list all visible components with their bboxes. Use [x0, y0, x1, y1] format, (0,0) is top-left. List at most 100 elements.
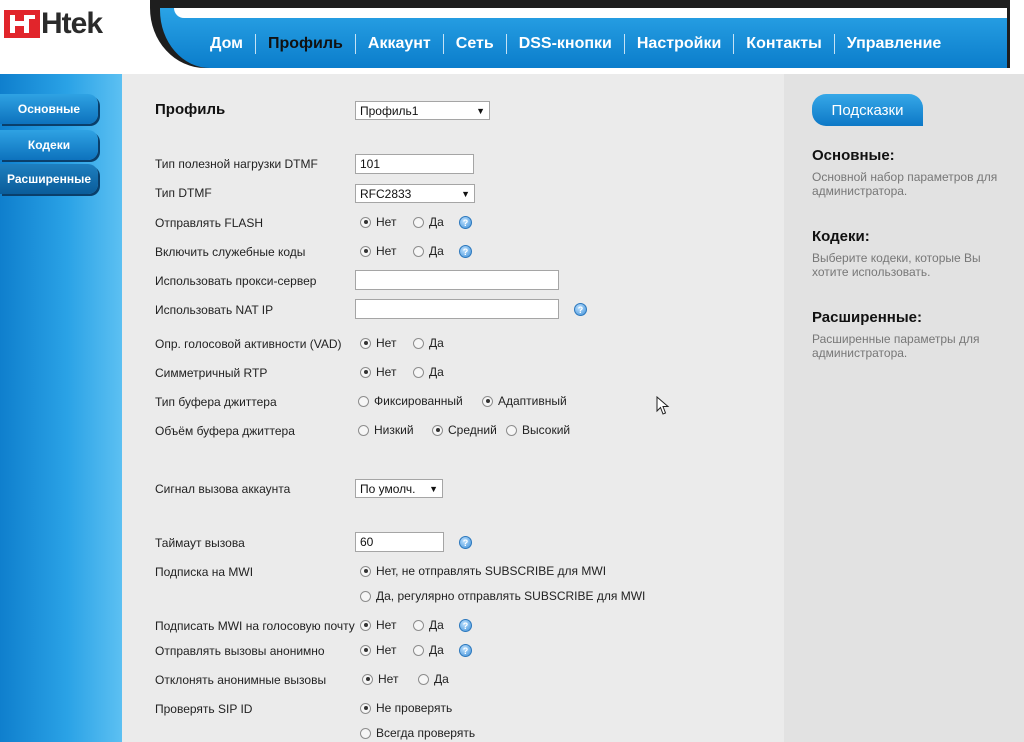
radio-selected[interactable]: [360, 366, 371, 378]
radio-label: Да, регулярно отправлять SUBSCRIBE для M…: [376, 589, 646, 603]
question-help-icon[interactable]: ?: [459, 619, 472, 632]
radio-selected[interactable]: [362, 673, 373, 685]
radio-label: Нет: [376, 618, 397, 632]
radio-selected[interactable]: [432, 424, 443, 436]
chevron-down-icon: ▼: [461, 188, 470, 199]
radio-unselected[interactable]: [413, 245, 424, 257]
question-help-icon[interactable]: ?: [459, 536, 472, 549]
nav-item-settings[interactable]: Настройки: [625, 34, 735, 54]
radio-label: Низкий: [374, 423, 414, 437]
nav-item-dss-keys[interactable]: DSS-кнопки: [507, 34, 625, 54]
nav-item-management[interactable]: Управление: [835, 34, 954, 54]
hints-tab: Подсказки: [812, 94, 923, 126]
sym-rtp-yes[interactable]: Да: [413, 365, 444, 379]
radio-unselected[interactable]: [358, 424, 369, 436]
htek-logo: Htek: [4, 9, 103, 39]
send-flash-label: Отправлять FLASH: [155, 216, 264, 230]
vad-yes[interactable]: Да: [413, 336, 444, 350]
reject-anon-yes[interactable]: Да: [418, 672, 449, 686]
radio-label: Не проверять: [376, 701, 453, 715]
nav-item-account[interactable]: Аккаунт: [356, 34, 444, 54]
radio-unselected[interactable]: [413, 644, 424, 656]
radio-unselected[interactable]: [506, 424, 517, 436]
radio-selected[interactable]: [360, 565, 371, 577]
ring-signal-select[interactable]: По умолч. ▼: [355, 479, 443, 498]
question-help-icon[interactable]: ?: [459, 216, 472, 229]
jitter-size-high[interactable]: Высокий: [506, 423, 570, 437]
nat-ip-input[interactable]: [355, 299, 559, 319]
jitter-size-low[interactable]: Низкий: [358, 423, 414, 437]
proxy-label: Использовать прокси-сервер: [155, 274, 317, 288]
send-flash-yes[interactable]: Да: [413, 215, 444, 229]
sym-rtp-no[interactable]: Нет: [360, 365, 396, 379]
anon-calls-yes[interactable]: Да: [413, 643, 444, 657]
radio-selected[interactable]: [360, 619, 371, 631]
jitter-size-label: Объём буфера джиттера: [155, 424, 295, 438]
hint-text-advanced: Расширенные параметры для администратора…: [812, 332, 980, 360]
service-codes-label: Включить служебные коды: [155, 245, 306, 259]
dtmf-payload-input[interactable]: [355, 154, 474, 174]
radio-selected[interactable]: [360, 702, 371, 714]
radio-unselected[interactable]: [360, 590, 371, 602]
hint-text-codecs: Выберите кодеки, которые Вы хотите испол…: [812, 251, 981, 279]
radio-unselected[interactable]: [413, 216, 424, 228]
proxy-input[interactable]: [355, 270, 559, 290]
dtmf-type-select[interactable]: RFC2833 ▼: [355, 184, 475, 203]
radio-label: Средний: [448, 423, 497, 437]
send-flash-no[interactable]: Нет: [360, 215, 396, 229]
question-help-icon[interactable]: ?: [459, 644, 472, 657]
radio-label: Нет: [376, 244, 397, 258]
radio-label: Да: [429, 336, 444, 350]
radio-label: Да: [429, 643, 444, 657]
vad-no[interactable]: Нет: [360, 336, 396, 350]
jitter-size-mid[interactable]: Средний: [432, 423, 497, 437]
check-sip-id-never[interactable]: Не проверять: [360, 701, 452, 715]
radio-label: Нет: [376, 336, 397, 350]
mwi-voicemail-no[interactable]: Нет: [360, 618, 396, 632]
sidebar-item-codecs[interactable]: Кодеки: [0, 130, 98, 160]
radio-unselected[interactable]: [413, 619, 424, 631]
nav-item-contacts[interactable]: Контакты: [734, 34, 835, 54]
nav-item-profile[interactable]: Профиль: [256, 34, 356, 54]
radio-unselected[interactable]: [413, 366, 424, 378]
radio-unselected[interactable]: [358, 395, 369, 407]
radio-label: Фиксированный: [374, 394, 463, 408]
reject-anon-no[interactable]: Нет: [362, 672, 398, 686]
radio-selected[interactable]: [360, 644, 371, 656]
radio-label: Да: [429, 618, 444, 632]
radio-label: Да: [429, 215, 444, 229]
radio-unselected[interactable]: [413, 337, 424, 349]
radio-selected[interactable]: [482, 395, 493, 407]
service-codes-no[interactable]: Нет: [360, 244, 396, 258]
reject-anon-label: Отклонять анонимные вызовы: [155, 673, 327, 687]
service-codes-yes[interactable]: Да: [413, 244, 444, 258]
profile-select-value: Профиль1: [360, 103, 419, 118]
radio-label: Нет, не отправлять SUBSCRIBE для MWI: [376, 564, 607, 578]
radio-label: Всегда проверять: [376, 726, 476, 740]
jitter-type-adaptive[interactable]: Адаптивный: [482, 394, 567, 408]
hints-panel: Подсказки Основные: Основной набор парам…: [784, 74, 1024, 742]
radio-selected[interactable]: [360, 216, 371, 228]
mwi-subscribe-yes[interactable]: Да, регулярно отправлять SUBSCRIBE для M…: [360, 589, 645, 603]
radio-label: Да: [434, 672, 449, 686]
call-timeout-input[interactable]: [355, 532, 444, 552]
sidebar-item-advanced[interactable]: Расширенные: [0, 164, 98, 194]
nav-item-home[interactable]: Дом: [198, 34, 256, 54]
nav-item-network[interactable]: Сеть: [444, 34, 507, 54]
anon-calls-no[interactable]: Нет: [360, 643, 396, 657]
question-help-icon[interactable]: ?: [574, 303, 587, 316]
question-help-icon[interactable]: ?: [459, 245, 472, 258]
sidebar-item-basic[interactable]: Основные: [0, 94, 98, 124]
radio-unselected[interactable]: [360, 727, 371, 739]
jitter-type-fixed[interactable]: Фиксированный: [358, 394, 463, 408]
mwi-subscribe-label: Подписка на MWI: [155, 565, 254, 579]
mwi-subscribe-no[interactable]: Нет, не отправлять SUBSCRIBE для MWI: [360, 564, 606, 578]
check-sip-id-always[interactable]: Всегда проверять: [360, 726, 475, 740]
radio-selected[interactable]: [360, 245, 371, 257]
radio-label: Высокий: [522, 423, 571, 437]
mwi-voicemail-yes[interactable]: Да: [413, 618, 444, 632]
profile-select[interactable]: Профиль1 ▼: [355, 101, 490, 120]
radio-selected[interactable]: [360, 337, 371, 349]
radio-unselected[interactable]: [418, 673, 429, 685]
htek-logo-mark: [4, 10, 40, 38]
